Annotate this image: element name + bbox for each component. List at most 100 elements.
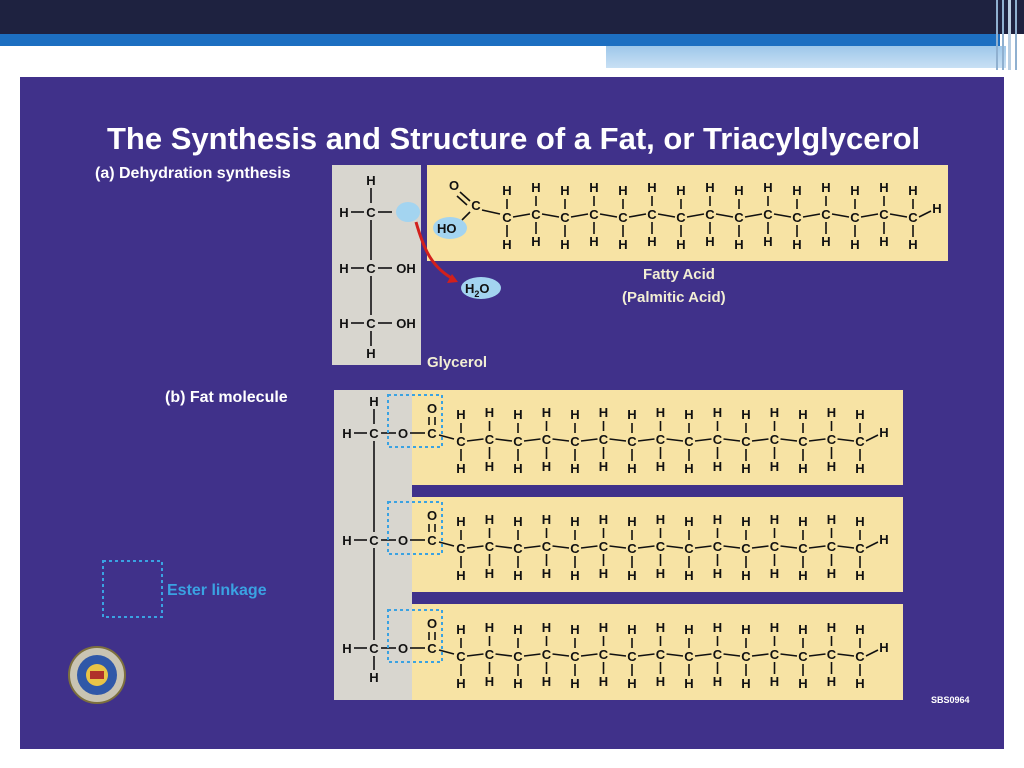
carbon-atom: C	[879, 207, 889, 222]
hydrogen-atom: H	[339, 205, 348, 220]
hydrogen-atom: H	[734, 237, 743, 252]
carbon-atom: C	[908, 210, 918, 225]
carbon-atom: C	[827, 539, 837, 554]
hydrogen-atom: H	[821, 234, 830, 249]
hydrogen-atom: H	[827, 620, 836, 635]
hydrogen-atom: H	[827, 674, 836, 689]
triacylglycerol-diagram: The Synthesis and Structure of a Fat, or…	[68, 121, 970, 705]
hydrogen-atom: H	[792, 183, 801, 198]
carbon-atom: C	[570, 434, 580, 449]
hydrogen-atom: H	[763, 234, 772, 249]
carbon-atom: C	[618, 210, 628, 225]
oxygen-atom: O	[449, 178, 459, 193]
carbon-atom: C	[741, 649, 751, 664]
hydroxyl-group: OH	[396, 316, 416, 331]
ester-carbon: C	[427, 641, 437, 656]
hydrogen-atom: H	[627, 622, 636, 637]
carbon-atom: C	[855, 434, 865, 449]
hydrogen-atom: H	[456, 676, 465, 691]
hydrogen-atom: H	[770, 459, 779, 474]
carbon-atom: C	[369, 533, 379, 548]
hydrogen-atom: H	[589, 180, 598, 195]
carbon-atom: C	[570, 649, 580, 664]
carbon-atom: C	[647, 207, 657, 222]
hydrogen-atom: H	[627, 461, 636, 476]
label-dehydration-synthesis: (a) Dehydration synthesis	[95, 165, 291, 182]
hydrogen-atom: H	[339, 261, 348, 276]
hydrogen-atom: H	[827, 459, 836, 474]
carbon-atom: C	[570, 541, 580, 556]
hydrogen-atom: H	[850, 237, 859, 252]
hydrogen-atom: H	[879, 234, 888, 249]
carbon-atom: C	[734, 210, 744, 225]
ester-oxygen: O	[398, 641, 408, 656]
hydrogen-atom: H	[513, 461, 522, 476]
hydrogen-atom: H	[485, 405, 494, 420]
hydrogen-atom: H	[770, 620, 779, 635]
hydrogen-atom: H	[369, 670, 378, 685]
hydrogen-atom: H	[656, 405, 665, 420]
hydrogen-atom: H	[792, 237, 801, 252]
hydrogen-atom: H	[627, 514, 636, 529]
hydrogen-atom: H	[542, 405, 551, 420]
terminal-hydrogen-atom: H	[879, 532, 888, 547]
hydrogen-atom: H	[342, 641, 351, 656]
carbon-atom: C	[369, 426, 379, 441]
hydrogen-atom: H	[560, 183, 569, 198]
carbon-atom: C	[502, 210, 512, 225]
hydrogen-atom: H	[599, 674, 608, 689]
hydrogen-atom: H	[705, 180, 714, 195]
carbon-atom: C	[513, 434, 523, 449]
carbon-atom: C	[560, 210, 570, 225]
carbon-atom: C	[763, 207, 773, 222]
hydrogen-atom: H	[770, 674, 779, 689]
hydrogen-atom: H	[485, 459, 494, 474]
carbon-atom: C	[705, 207, 715, 222]
carbon-atom: C	[684, 434, 694, 449]
carbon-atom: C	[369, 641, 379, 656]
carbon-atom: C	[542, 432, 552, 447]
hydrogen-atom: H	[570, 676, 579, 691]
carbon-atom: C	[485, 647, 495, 662]
hydrogen-atom: H	[684, 676, 693, 691]
hydrogen-atom: H	[798, 461, 807, 476]
hydrogen-atom: H	[570, 622, 579, 637]
hydrogen-atom: H	[684, 461, 693, 476]
hydrogen-atom: H	[339, 316, 348, 331]
carbon-atom: C	[366, 316, 376, 331]
carbon-atom: C	[456, 541, 466, 556]
hydrogen-atom: H	[741, 461, 750, 476]
hydrogen-atom: H	[676, 183, 685, 198]
hydrogen-atom: H	[770, 566, 779, 581]
hydrogen-atom: H	[513, 676, 522, 691]
hydrogen-atom: H	[456, 622, 465, 637]
carbon-atom: C	[456, 434, 466, 449]
carbon-atom: C	[741, 541, 751, 556]
carbon-atom: C	[627, 541, 637, 556]
terminal-hydrogen-atom: H	[879, 640, 888, 655]
carbon-atom: C	[855, 541, 865, 556]
hydrogen-atom: H	[542, 620, 551, 635]
carbonyl-carbon: C	[471, 198, 481, 213]
hydrogen-atom: H	[570, 568, 579, 583]
hydrogen-atom: H	[618, 183, 627, 198]
hydrogen-atom: H	[513, 514, 522, 529]
oh-highlight	[396, 202, 420, 222]
hydrogen-atom: H	[542, 566, 551, 581]
carbon-atom: C	[855, 649, 865, 664]
hydrogen-atom: H	[855, 568, 864, 583]
hydrogen-atom: H	[741, 676, 750, 691]
carbon-atom: C	[627, 649, 637, 664]
carbon-atom: C	[821, 207, 831, 222]
carbon-atom: C	[513, 541, 523, 556]
hydrogen-atom: H	[770, 405, 779, 420]
carbon-atom: C	[366, 261, 376, 276]
carbon-atom: C	[684, 649, 694, 664]
hydrogen-atom: H	[542, 512, 551, 527]
ester-carbon: C	[427, 533, 437, 548]
hydrogen-atom: H	[684, 622, 693, 637]
hydrogen-atom: H	[827, 512, 836, 527]
hydrogen-atom: H	[684, 568, 693, 583]
ester-oxygen: O	[398, 533, 408, 548]
hydrogen-atom: H	[656, 566, 665, 581]
